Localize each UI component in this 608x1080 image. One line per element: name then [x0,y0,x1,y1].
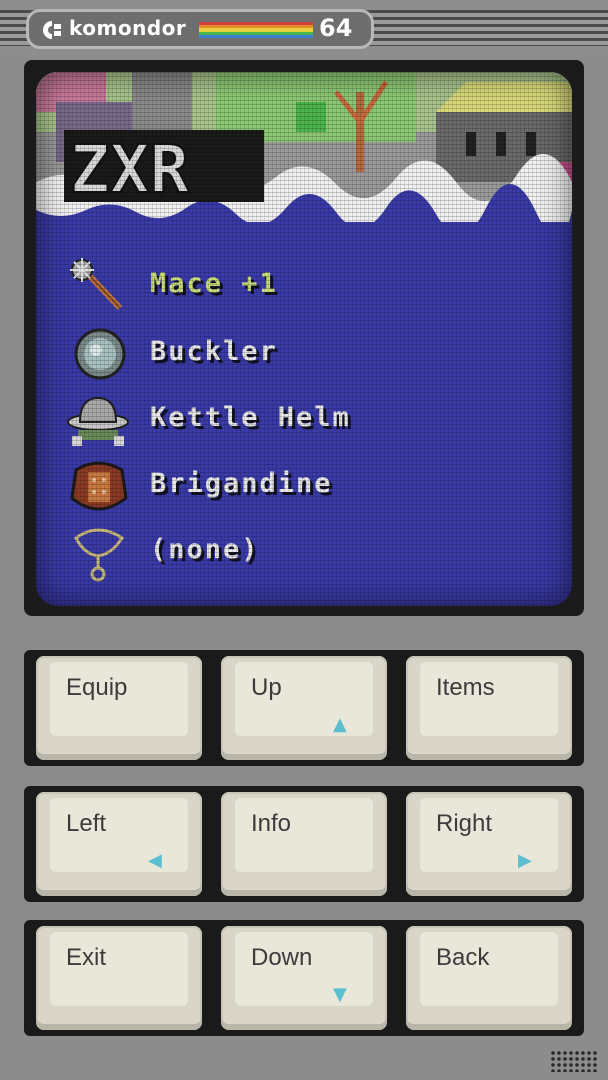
equipment-label: (none) [150,534,260,565]
down-button[interactable]: Down ▼ [221,926,387,1030]
equipment-item-none[interactable]: (none) [36,524,572,584]
game-screen: ZXR Mace +1 Buckler Kettle Helm Brigandi… [36,72,572,606]
brand-badge: komondor 64 [26,9,374,49]
equipment-label: Mace +1 [150,268,278,299]
armor-icon [70,461,128,511]
equipment-label: Buckler [150,336,278,367]
amulet-icon [74,528,125,582]
arrow-left-icon: ◀ [148,850,162,871]
game-title-scene: ZXR [36,72,572,222]
shield-icon [74,328,126,380]
items-button[interactable]: Items [406,656,572,760]
key-label: Back [436,944,490,971]
key-label: Right [436,810,493,837]
key-label: Down [251,944,313,971]
equipment-label: Kettle Helm [150,402,351,433]
key-label: Equip [66,674,128,701]
keypad-row-1: Equip Up ▲ Items [24,650,584,766]
equipment-item-brigandine[interactable]: Brigandine [36,458,572,518]
key-label: Exit [66,944,107,971]
arrow-right-icon: ▶ [518,850,532,871]
equipment-item-mace[interactable]: Mace +1 [36,258,572,318]
key-label: Left [66,810,107,837]
speaker-grille [550,1050,598,1072]
keypad-row-3: Exit Down ▼ Back [24,920,584,1036]
up-button[interactable]: Up ▲ [221,656,387,760]
key-label: Up [251,674,282,701]
info-button[interactable]: Info [221,792,387,896]
zxr-logo: ZXR [64,130,264,209]
back-button[interactable]: Back [406,926,572,1030]
left-button[interactable]: Left ◀ [36,792,202,896]
mace-icon [70,258,123,311]
brand-rainbow [199,22,313,39]
brand-logo-icon [43,21,61,39]
brand-model: 64 [319,14,353,42]
svg-text:ZXR: ZXR [70,131,189,208]
key-label: Items [436,674,495,701]
brand-name: komondor [69,16,187,40]
helmet-icon [67,396,129,446]
equipment-item-buckler[interactable]: Buckler [36,326,572,386]
arrow-down-icon: ▼ [333,984,347,1005]
brand-bar: komondor 64 [0,0,608,56]
exit-button[interactable]: Exit [36,926,202,1030]
key-label: Info [251,810,292,837]
keypad-row-2: Left ◀ Info Right ▶ [24,786,584,902]
equipment-item-kettle-helm[interactable]: Kettle Helm [36,392,572,452]
right-button[interactable]: Right ▶ [406,792,572,896]
equipment-label: Brigandine [150,468,333,499]
equip-button[interactable]: Equip [36,656,202,760]
arrow-up-icon: ▲ [333,714,347,735]
